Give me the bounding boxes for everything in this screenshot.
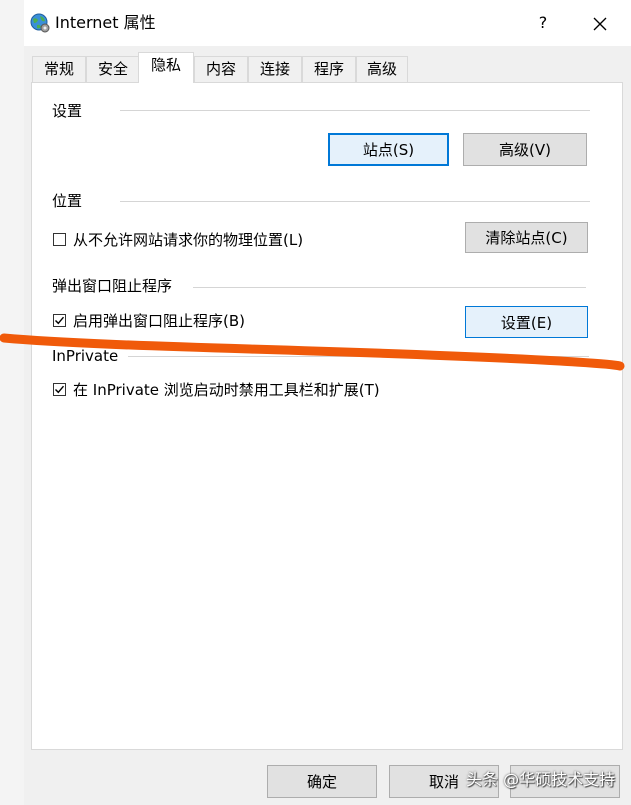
never-allow-location-checkbox-row[interactable]: 从不允许网站请求你的物理位置(L) bbox=[53, 230, 313, 250]
popup-blocker-group-title: 弹出窗口阻止程序 bbox=[52, 277, 173, 295]
help-button[interactable]: ? bbox=[528, 8, 558, 38]
inprivate-group-title: InPrivate bbox=[52, 347, 119, 365]
location-group-divider bbox=[120, 201, 590, 202]
checkmark-icon bbox=[55, 385, 65, 394]
popup-blocker-group-divider bbox=[193, 287, 586, 288]
disable-toolbars-checkbox-row[interactable]: 在 InPrivate 浏览启动时禁用工具栏和扩展(T) bbox=[53, 380, 393, 400]
inprivate-group-divider bbox=[128, 356, 589, 357]
background-edge bbox=[0, 0, 24, 805]
never-allow-location-checkbox[interactable] bbox=[53, 233, 66, 246]
settings-group-divider bbox=[120, 110, 590, 111]
tab-privacy[interactable]: 隐私 bbox=[138, 52, 194, 83]
sites-button[interactable]: 站点(S) bbox=[328, 133, 449, 166]
tab-advanced[interactable]: 高级 bbox=[356, 56, 408, 82]
watermark-text: 头条 @华硕技术支持 bbox=[466, 770, 616, 789]
enable-popup-blocker-label: 启用弹出窗口阻止程序(B) bbox=[73, 312, 245, 330]
disable-toolbars-checkbox[interactable] bbox=[53, 383, 66, 396]
privacy-tab-panel bbox=[31, 82, 623, 750]
location-group-title: 位置 bbox=[52, 192, 83, 210]
enable-popup-blocker-checkbox-row[interactable]: 启用弹出窗口阻止程序(B) bbox=[53, 311, 253, 331]
settings-group-title: 设置 bbox=[52, 102, 83, 120]
checkmark-icon bbox=[55, 316, 65, 325]
clear-sites-button[interactable]: 清除站点(C) bbox=[465, 222, 588, 253]
tab-general[interactable]: 常规 bbox=[32, 56, 86, 82]
tab-programs[interactable]: 程序 bbox=[302, 56, 356, 82]
never-allow-location-label: 从不允许网站请求你的物理位置(L) bbox=[73, 231, 304, 249]
advanced-button[interactable]: 高级(V) bbox=[463, 133, 587, 166]
ok-button[interactable]: 确定 bbox=[267, 765, 377, 798]
close-icon[interactable] bbox=[584, 8, 616, 40]
disable-toolbars-label: 在 InPrivate 浏览启动时禁用工具栏和扩展(T) bbox=[73, 381, 380, 399]
globe-gear-icon bbox=[30, 13, 50, 33]
popup-settings-button[interactable]: 设置(E) bbox=[465, 306, 588, 338]
enable-popup-blocker-checkbox[interactable] bbox=[53, 314, 66, 327]
window-title: Internet 属性 bbox=[55, 13, 156, 32]
tab-security[interactable]: 安全 bbox=[86, 56, 140, 82]
tab-content[interactable]: 内容 bbox=[194, 56, 248, 82]
tab-connections[interactable]: 连接 bbox=[248, 56, 302, 82]
internet-properties-dialog: Internet 属性 ? 常规 安全 隐私 内容 连接 程序 高级 设置 站点… bbox=[0, 0, 631, 805]
